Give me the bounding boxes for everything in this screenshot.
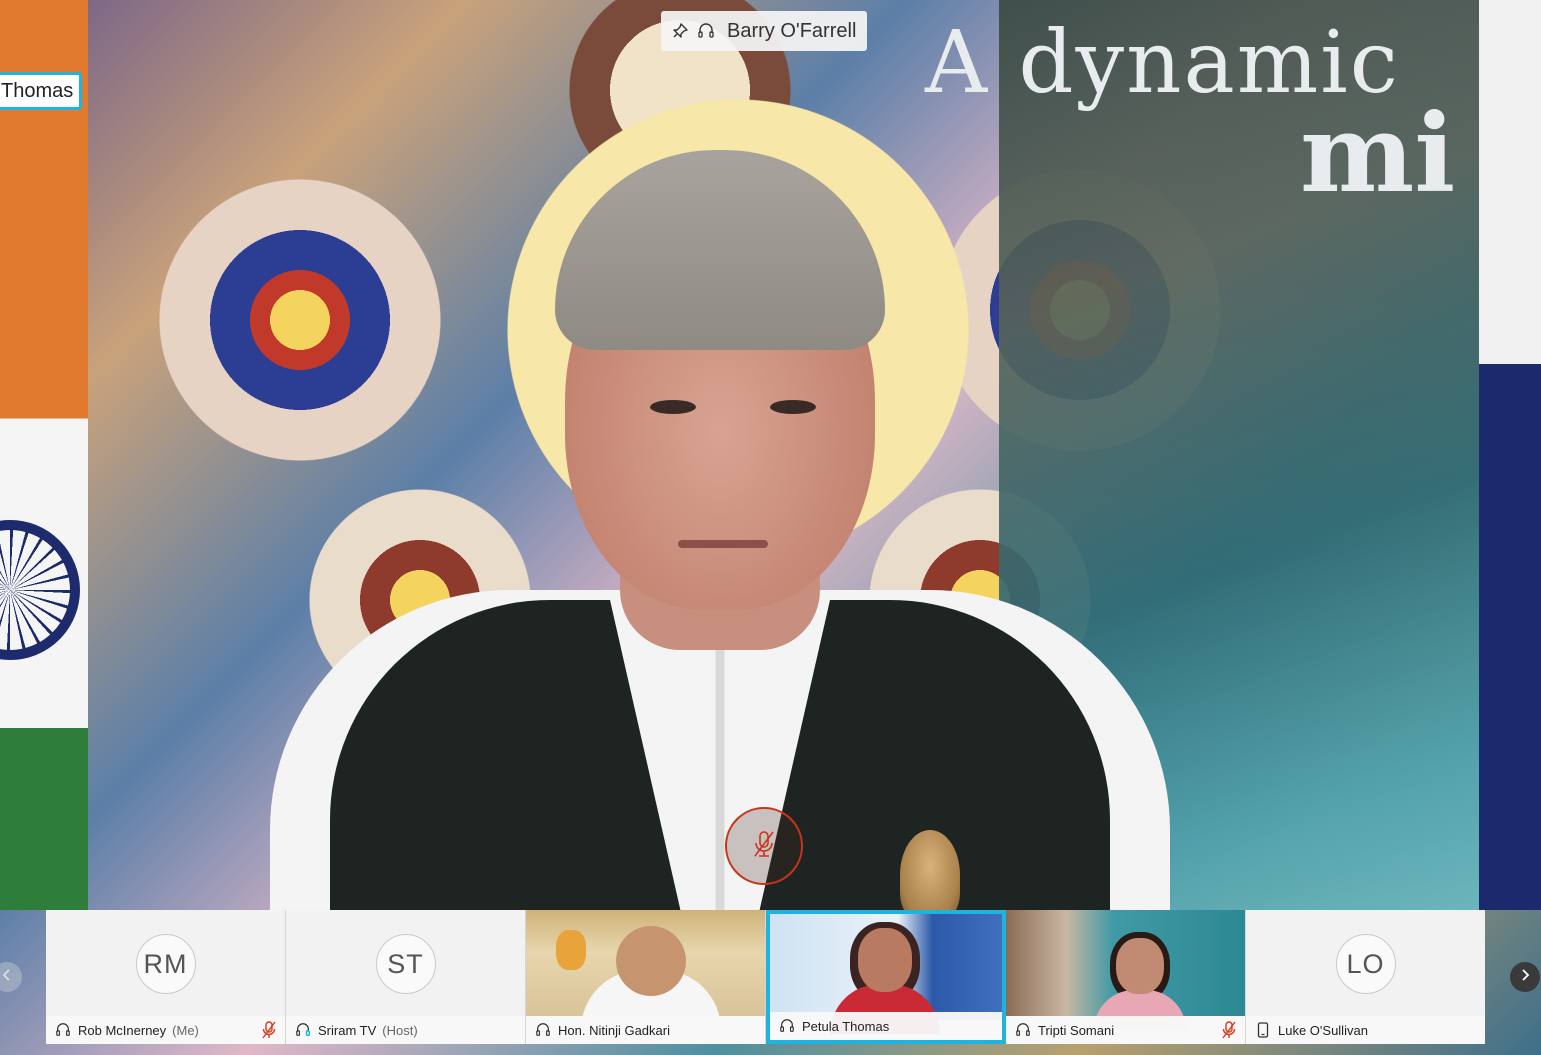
mic-muted-icon xyxy=(751,829,777,864)
headset-icon xyxy=(1014,1021,1032,1039)
participant-tile-sriram[interactable]: ST Sriram TV (Host) xyxy=(286,910,526,1044)
participant-name: Rob McInerney xyxy=(78,1022,167,1038)
india-flag xyxy=(0,0,88,910)
mute-toggle-button[interactable] xyxy=(725,807,803,885)
chevron-right-icon xyxy=(1519,968,1531,987)
phone-icon xyxy=(1254,1021,1272,1039)
participant-filmstrip: RM Rob McInerney (Me) ST Sriram TV (Host… xyxy=(46,910,1485,1044)
participant-name: Petula Thomas xyxy=(802,1018,890,1034)
participant-tile-petula[interactable]: Petula Thomas xyxy=(766,910,1006,1044)
avatar: RM xyxy=(135,934,196,994)
background-headline-2: mi xyxy=(1300,91,1456,217)
participant-video xyxy=(1006,910,1245,1030)
participant-tile-rob[interactable]: RM Rob McInerney (Me) xyxy=(46,910,286,1044)
headset-icon xyxy=(697,22,715,40)
headset-icon xyxy=(534,1021,552,1039)
participant-name: Hon. Nitinji Gadkari xyxy=(558,1022,670,1038)
participant-tile-tripti[interactable]: Tripti Somani xyxy=(1006,910,1246,1044)
pin-icon[interactable] xyxy=(671,22,689,40)
active-speaker-name: Barry O'Farrell xyxy=(727,19,857,42)
active-speaker-tag: Barry O'Farrell xyxy=(661,11,867,51)
participant-video xyxy=(526,910,765,1030)
participant-tile-luke[interactable]: LO Luke O'Sullivan xyxy=(1246,910,1485,1044)
avatar: ST xyxy=(375,934,436,994)
participant-name: Sriram TV xyxy=(318,1022,377,1038)
australia-flag xyxy=(1479,0,1541,910)
participant-video xyxy=(770,914,1002,1034)
headset-icon xyxy=(294,1021,312,1039)
participant-role: (Me) xyxy=(172,1022,199,1038)
desk-statue xyxy=(900,830,960,920)
chevron-left-icon xyxy=(1,968,13,987)
participant-tile-gadkari[interactable]: Hon. Nitinji Gadkari xyxy=(526,910,766,1044)
avatar: LO xyxy=(1335,934,1396,994)
headset-icon xyxy=(54,1021,72,1039)
headset-icon xyxy=(778,1017,796,1035)
mic-muted-icon xyxy=(1221,1021,1237,1039)
speaker-video-person xyxy=(270,150,1170,910)
filmstrip-next-button[interactable] xyxy=(1510,962,1540,992)
main-video: A dynamic mi xyxy=(0,0,1541,1055)
participant-name-label: Thomas xyxy=(0,72,82,110)
participant-name: Luke O'Sullivan xyxy=(1278,1022,1368,1038)
mic-muted-icon xyxy=(261,1021,277,1039)
participant-role: (Host) xyxy=(382,1022,418,1038)
participant-name: Tripti Somani xyxy=(1038,1022,1115,1038)
